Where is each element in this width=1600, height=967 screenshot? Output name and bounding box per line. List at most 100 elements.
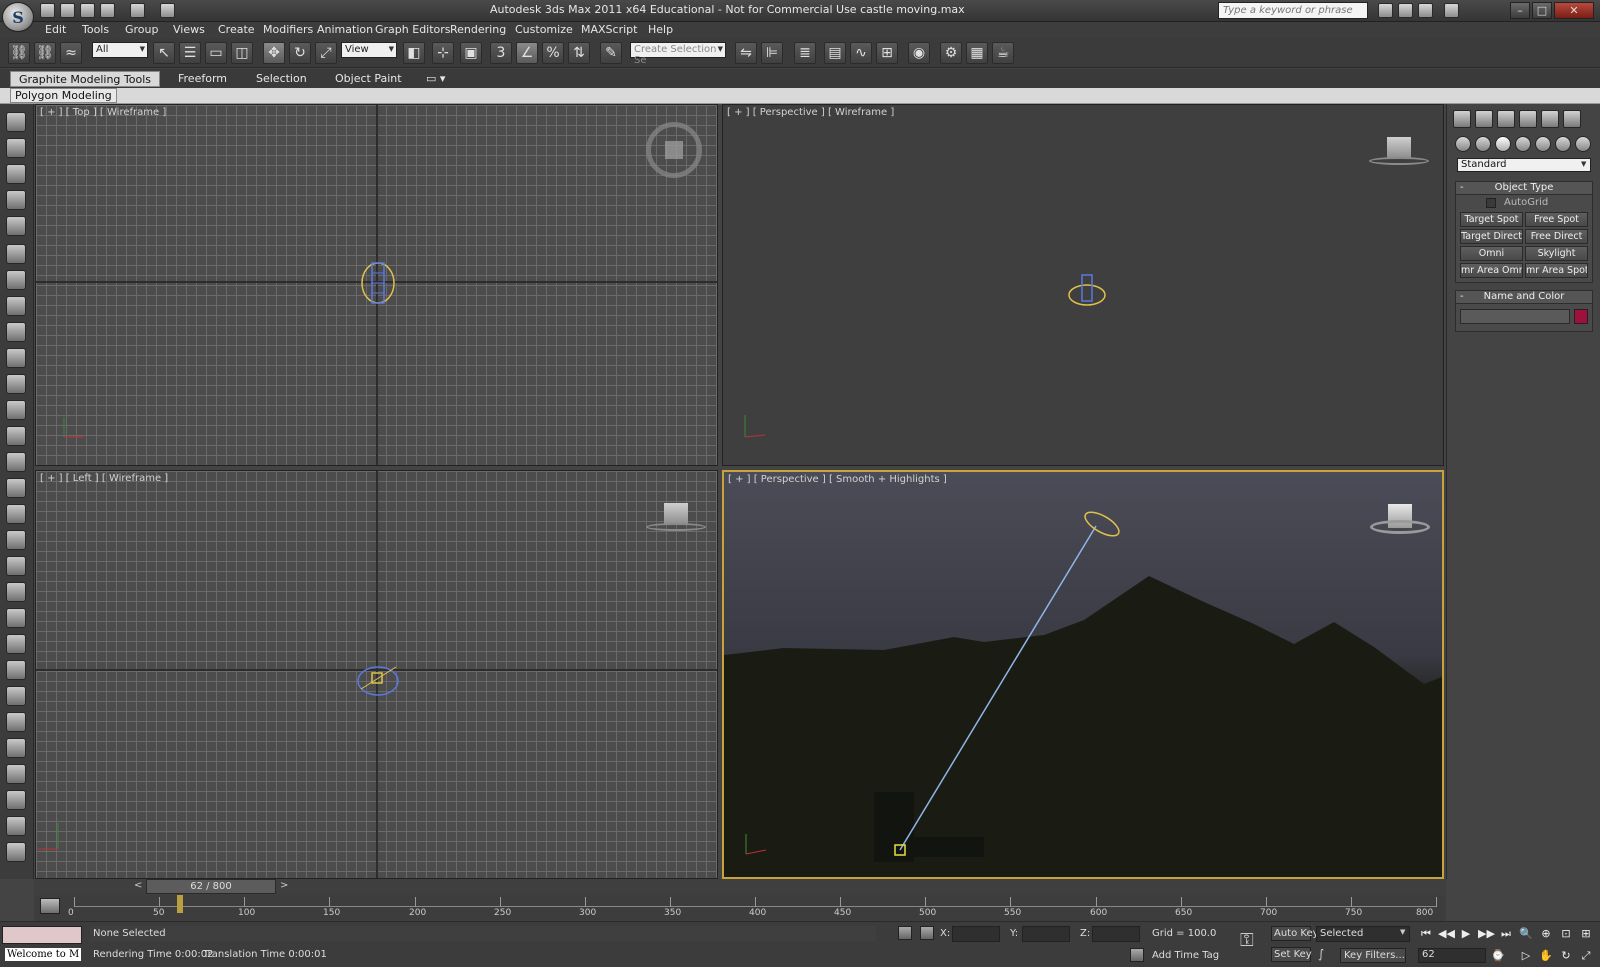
graphite-toggle-icon[interactable]: ▤: [824, 42, 846, 64]
keyboard-shortcut-override-icon[interactable]: ▣: [460, 42, 482, 64]
render-setup-icon[interactable]: ⚙: [940, 42, 962, 64]
viewcube-face-icon[interactable]: [665, 141, 683, 159]
current-frame-field[interactable]: 62: [1418, 948, 1486, 963]
tool-icon[interactable]: [6, 112, 26, 132]
x-coordinate-field[interactable]: [952, 926, 1000, 942]
target-spot-button[interactable]: Target Spot: [1460, 212, 1523, 227]
object-type-rollout-header[interactable]: - Object Type: [1455, 181, 1593, 195]
menu-modifiers[interactable]: Modifiers: [263, 23, 313, 36]
tab-object-paint[interactable]: Object Paint: [327, 71, 410, 87]
window-crossing-icon[interactable]: ◫: [231, 42, 253, 64]
skylight-button[interactable]: Skylight: [1525, 246, 1588, 261]
tool-icon[interactable]: [6, 556, 26, 576]
key-filters-button[interactable]: Key Filters...: [1340, 948, 1406, 963]
search-input[interactable]: Type a keyword or phrase: [1218, 2, 1368, 19]
tool-icon[interactable]: [6, 504, 26, 524]
menu-animation[interactable]: Animation: [317, 23, 373, 36]
select-and-scale-icon[interactable]: ⤢: [315, 42, 337, 64]
menu-help[interactable]: Help: [648, 23, 673, 36]
display-tab-icon[interactable]: [1541, 110, 1559, 128]
pivot-center-icon[interactable]: ◧: [403, 42, 425, 64]
free-direct-button[interactable]: Free Direct: [1525, 229, 1588, 244]
ribbon-options-dropdown[interactable]: ▭ ▾: [418, 71, 453, 87]
tool-icon[interactable]: [6, 348, 26, 368]
tool-icon[interactable]: [6, 400, 26, 420]
free-spot-button[interactable]: Free Spot: [1525, 212, 1588, 227]
default-tangent-icon[interactable]: ∫: [1318, 947, 1334, 963]
close-button[interactable]: ✕: [1554, 2, 1594, 19]
select-object-icon[interactable]: ↖: [153, 42, 175, 64]
absolute-mode-icon[interactable]: [920, 926, 934, 940]
autogrid-checkbox[interactable]: [1486, 198, 1496, 208]
edit-named-selection-icon[interactable]: ✎: [600, 42, 622, 64]
reference-coordinate-dropdown[interactable]: View: [341, 42, 397, 58]
viewcube-ring-icon[interactable]: [1370, 520, 1430, 534]
percent-snap-icon[interactable]: %: [542, 42, 564, 64]
systems-icon[interactable]: [1575, 136, 1591, 152]
modify-tab-icon[interactable]: [1475, 110, 1493, 128]
viewcube-icon[interactable]: [1387, 137, 1411, 159]
play-icon[interactable]: ▶: [1458, 926, 1474, 942]
next-frame-arrow-icon[interactable]: >: [280, 880, 288, 891]
name-color-rollout-header[interactable]: - Name and Color: [1455, 290, 1593, 304]
tool-icon[interactable]: [6, 270, 26, 290]
tool-icon[interactable]: [6, 608, 26, 628]
schematic-view-icon[interactable]: ⊞: [876, 42, 898, 64]
tab-graphite-modeling-tools[interactable]: Graphite Modeling Tools: [10, 71, 161, 87]
render-production-icon[interactable]: ☕: [992, 42, 1014, 64]
set-key-button[interactable]: Set Key: [1271, 947, 1312, 962]
cameras-icon[interactable]: [1515, 136, 1531, 152]
go-to-start-icon[interactable]: ⏮: [1418, 926, 1434, 942]
tool-icon[interactable]: [6, 738, 26, 758]
search-icon[interactable]: [1378, 3, 1393, 18]
tool-icon[interactable]: [6, 164, 26, 184]
zoom-icon[interactable]: 🔍: [1518, 926, 1534, 942]
viewport-label[interactable]: [ + ] [ Perspective ] [ Smooth + Highlig…: [728, 474, 947, 485]
prev-frame-arrow-icon[interactable]: <: [134, 880, 142, 891]
pan-view-icon[interactable]: ✋: [1538, 948, 1554, 964]
save-file-icon[interactable]: [80, 3, 95, 18]
selection-lock-icon[interactable]: [898, 926, 912, 940]
helpers-icon[interactable]: [1535, 136, 1551, 152]
motion-tab-icon[interactable]: [1519, 110, 1537, 128]
menu-views[interactable]: Views: [173, 23, 205, 36]
key-mode-dropdown[interactable]: Selected: [1316, 926, 1410, 942]
geometry-icon[interactable]: [1455, 136, 1471, 152]
menu-maxscript[interactable]: MAXScript: [581, 23, 637, 36]
tool-icon[interactable]: [6, 190, 26, 210]
select-and-rotate-icon[interactable]: ↻: [289, 42, 311, 64]
undo-icon[interactable]: [100, 3, 115, 18]
snaps-toggle-icon[interactable]: 3: [490, 42, 512, 64]
tool-icon[interactable]: [6, 634, 26, 654]
space-warps-icon[interactable]: [1555, 136, 1571, 152]
tool-icon[interactable]: [6, 712, 26, 732]
curve-editor-mini-icon[interactable]: [40, 898, 60, 914]
left-view-light-gizmo[interactable]: [36, 471, 718, 879]
object-name-field[interactable]: [1460, 309, 1570, 324]
y-coordinate-field[interactable]: [1022, 926, 1070, 942]
select-and-link-icon[interactable]: ⛓: [8, 42, 30, 64]
utilities-tab-icon[interactable]: [1563, 110, 1581, 128]
bind-to-space-warp-icon[interactable]: ≈: [60, 42, 82, 64]
help-icon[interactable]: [1444, 3, 1459, 18]
tool-icon[interactable]: [6, 660, 26, 680]
mirror-icon[interactable]: ⇋: [735, 42, 757, 64]
create-tab-icon[interactable]: [1453, 110, 1471, 128]
unlink-selection-icon[interactable]: ⛓: [34, 42, 56, 64]
new-file-icon[interactable]: [40, 3, 55, 18]
auto-key-button[interactable]: Auto Key: [1271, 926, 1319, 941]
align-icon[interactable]: ⊫: [761, 42, 783, 64]
select-manipulate-icon[interactable]: ⊹: [432, 42, 454, 64]
tab-freeform[interactable]: Freeform: [170, 71, 235, 87]
zoom-all-icon[interactable]: ⊕: [1538, 926, 1554, 942]
tool-icon[interactable]: [6, 244, 26, 264]
tool-icon[interactable]: [6, 374, 26, 394]
menu-group[interactable]: Group: [125, 23, 159, 36]
tool-icon[interactable]: [6, 478, 26, 498]
zoom-extents-all-icon[interactable]: ⊞: [1578, 926, 1594, 942]
welcome-text[interactable]: Welcome to M: [5, 948, 81, 961]
time-slider[interactable]: < 62 / 800 >: [34, 879, 1446, 895]
viewport-label[interactable]: [ + ] [ Perspective ] [ Wireframe ]: [727, 107, 894, 118]
tool-icon[interactable]: [6, 842, 26, 862]
curve-editor-icon[interactable]: ∿: [850, 42, 872, 64]
